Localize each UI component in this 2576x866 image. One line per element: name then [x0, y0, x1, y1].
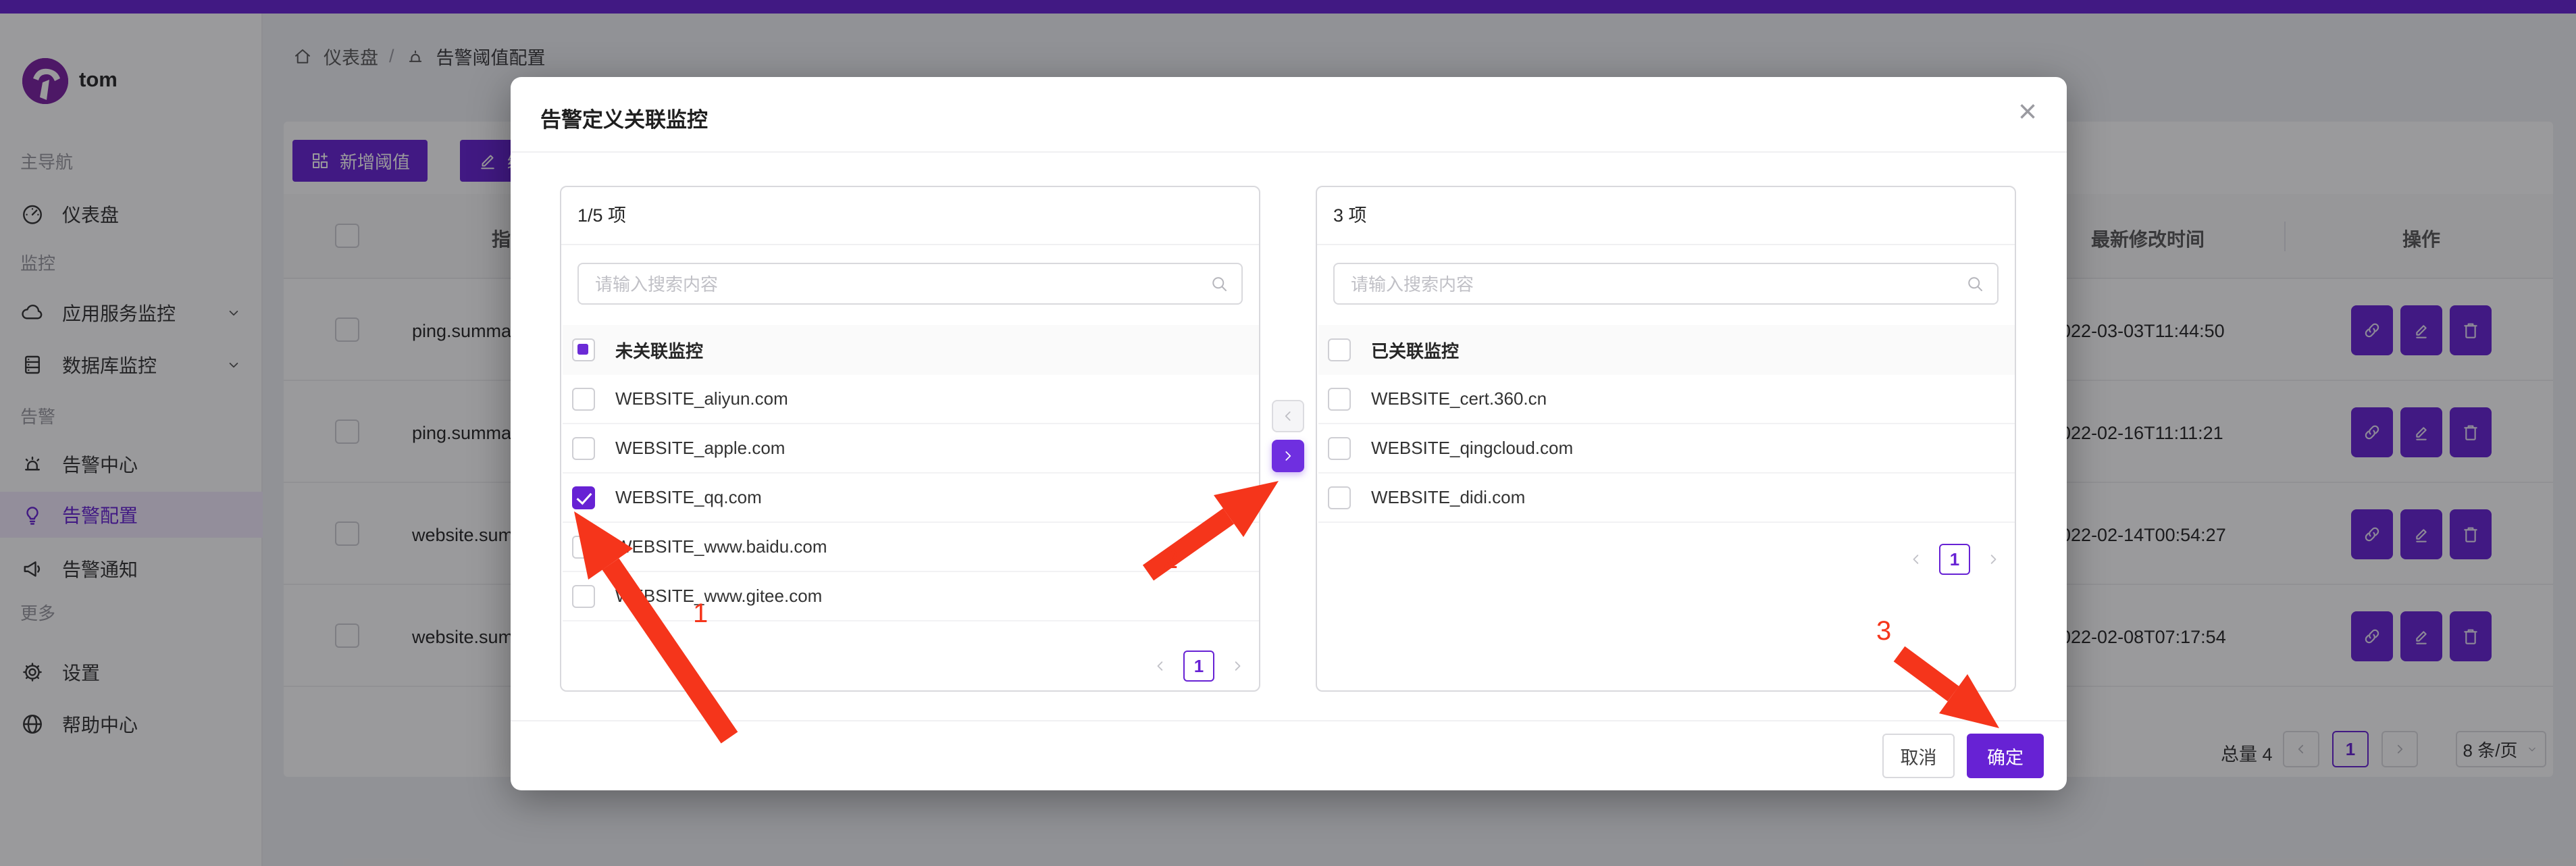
item-checkbox[interactable] — [572, 388, 595, 411]
item-label: WEBSITE_didi.com — [1371, 487, 1525, 508]
close-icon[interactable]: × — [2018, 96, 2037, 128]
chevron-right-icon[interactable] — [1984, 550, 2003, 569]
item-checkbox-checked[interactable] — [572, 486, 595, 509]
move-right-button[interactable] — [1272, 440, 1304, 472]
left-search-input[interactable] — [594, 264, 1160, 305]
transfer-list-item[interactable]: WEBSITE_qq.com — [563, 474, 1259, 523]
search-icon — [1209, 274, 1229, 294]
modal-footer-divider — [511, 720, 2067, 721]
cancel-button[interactable]: 取消 — [1882, 734, 1955, 778]
transfer-list-item[interactable]: WEBSITE_aliyun.com — [563, 375, 1259, 424]
transfer-list-item[interactable]: WEBSITE_www.baidu.com — [563, 523, 1259, 572]
left-group-header: 未关联监控 — [563, 325, 1259, 375]
modal-header-divider — [511, 151, 2067, 153]
chevron-left-icon[interactable] — [1151, 657, 1170, 676]
associate-monitor-modal: 告警定义关联监控 × 1/5 项 未关联监控 WEBSITE_aliyun.co… — [511, 77, 2067, 790]
unlinked-monitor-panel: 1/5 项 未关联监控 WEBSITE_aliyun.com WEBSITE_a… — [560, 186, 1260, 692]
right-panel-pager: 1 — [1907, 544, 2003, 575]
transfer-list-item[interactable]: WEBSITE_cert.360.cn — [1318, 375, 2015, 424]
right-group-label: 已关联监控 — [1371, 338, 1459, 363]
right-group-header: 已关联监控 — [1318, 325, 2015, 375]
chevron-right-icon[interactable] — [1228, 657, 1247, 676]
left-panel-page[interactable]: 1 — [1183, 651, 1214, 682]
move-left-button[interactable] — [1272, 400, 1304, 432]
left-search-box — [577, 263, 1243, 305]
item-label: WEBSITE_qingcloud.com — [1371, 438, 1573, 459]
panel-divider — [561, 244, 1259, 245]
right-search-input[interactable] — [1349, 264, 1915, 305]
item-checkbox[interactable] — [1328, 388, 1351, 411]
item-label: WEBSITE_cert.360.cn — [1371, 388, 1547, 409]
left-panel-count: 1/5 项 — [577, 187, 626, 244]
item-checkbox[interactable] — [572, 585, 595, 608]
transfer-list-item[interactable]: WEBSITE_didi.com — [1318, 474, 2015, 523]
confirm-button[interactable]: 确定 — [1967, 734, 2044, 778]
item-label: WEBSITE_aliyun.com — [615, 388, 788, 409]
item-checkbox[interactable] — [572, 536, 595, 559]
item-checkbox[interactable] — [1328, 486, 1351, 509]
right-panel-page[interactable]: 1 — [1939, 544, 1970, 575]
item-checkbox[interactable] — [572, 437, 595, 460]
transfer-list-item[interactable]: WEBSITE_apple.com — [563, 424, 1259, 474]
group-checkbox-indeterminate[interactable] — [572, 338, 595, 361]
transfer-list-item[interactable]: WEBSITE_qingcloud.com — [1318, 424, 2015, 474]
chevron-left-icon — [1279, 407, 1297, 425]
left-group-label: 未关联监控 — [615, 338, 703, 363]
item-label: WEBSITE_qq.com — [615, 487, 762, 508]
item-label: WEBSITE_apple.com — [615, 438, 785, 459]
left-panel-pager: 1 — [1151, 651, 1247, 682]
modal-title: 告警定义关联监控 — [540, 103, 708, 133]
item-label: WEBSITE_www.gitee.com — [615, 586, 822, 607]
chevron-left-icon[interactable] — [1907, 550, 1926, 569]
group-checkbox[interactable] — [1328, 338, 1351, 361]
search-icon — [1965, 274, 1985, 294]
right-search-box — [1333, 263, 1999, 305]
linked-monitor-panel: 3 项 已关联监控 WEBSITE_cert.360.cn WEBSITE_qi… — [1316, 186, 2016, 692]
right-panel-count: 3 项 — [1333, 187, 1367, 244]
item-checkbox[interactable] — [1328, 437, 1351, 460]
item-label: WEBSITE_www.baidu.com — [615, 536, 827, 557]
panel-divider — [1317, 244, 2015, 245]
chevron-right-icon — [1279, 447, 1297, 465]
transfer-list-item[interactable]: WEBSITE_www.gitee.com — [563, 572, 1259, 621]
